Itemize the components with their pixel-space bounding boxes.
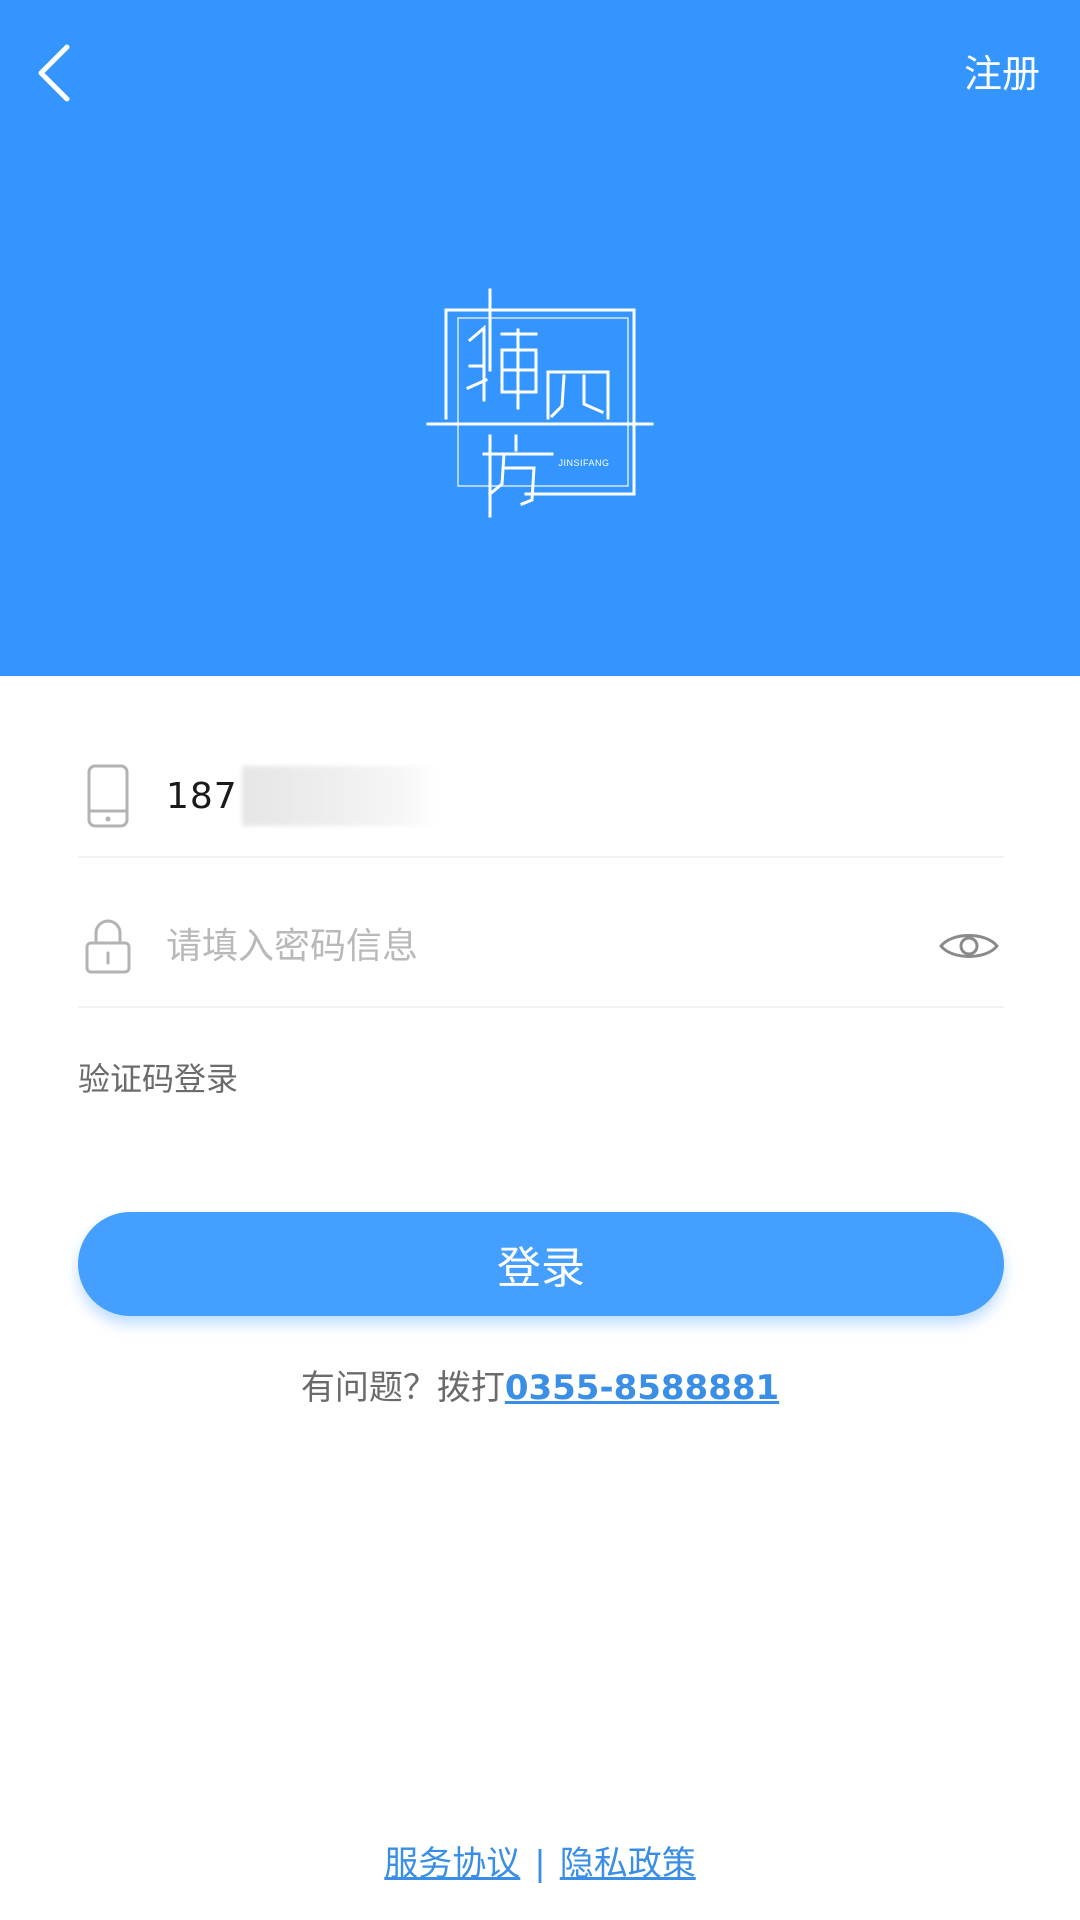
eye-icon [939, 934, 999, 958]
service-agreement-link[interactable]: 服务协议 [384, 1844, 520, 1884]
password-row [78, 896, 1004, 996]
brand-logo: JINSIFANG [426, 288, 654, 518]
login-button[interactable]: 登录 [78, 1212, 1004, 1316]
toggle-password-visibility-button[interactable] [934, 921, 1004, 971]
footer-separator: | [534, 1844, 546, 1884]
code-login-link[interactable]: 验证码登录 [78, 1054, 238, 1100]
header-banner: 注册 JINSIFANG [0, 0, 1080, 676]
lock-icon [78, 906, 138, 986]
phone-field[interactable]: 187 [166, 766, 438, 826]
phone-icon [78, 756, 138, 836]
register-button[interactable]: 注册 [964, 50, 1040, 98]
chevron-left-icon [38, 44, 70, 102]
help-prefix: 有问题？拨打 [300, 1368, 505, 1408]
phone-number-visible: 187 [166, 775, 238, 817]
phone-number-mask [241, 766, 438, 826]
help-line: 有问题？拨打0355-8588881 [0, 1360, 1080, 1409]
privacy-policy-link[interactable]: 隐私政策 [560, 1844, 696, 1884]
phone-row[interactable]: 187 [78, 746, 1004, 846]
help-phone-link[interactable]: 0355-8588881 [505, 1368, 779, 1408]
login-page: 注册 JINSIFANG 187 验证码登录 登录 有问题？拨打0355-858… [0, 0, 1080, 1920]
divider [78, 856, 1004, 858]
divider [78, 1006, 1004, 1008]
back-button[interactable] [18, 38, 88, 108]
logo-caption: JINSIFANG [558, 458, 609, 468]
footer-links: 服务协议 | 隐私政策 [0, 1836, 1080, 1885]
password-input[interactable] [166, 916, 924, 976]
